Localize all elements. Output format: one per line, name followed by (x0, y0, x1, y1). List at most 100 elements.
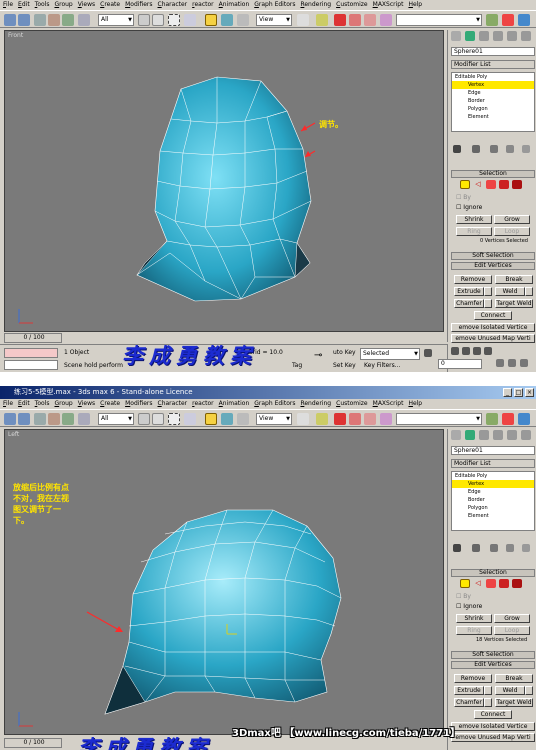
close-icon[interactable]: × (525, 388, 534, 397)
rect-region-icon[interactable] (168, 413, 180, 425)
go-to-end-icon[interactable] (484, 347, 492, 355)
named-selection-sets[interactable] (396, 413, 482, 425)
menu-graph-editors[interactable]: Graph Editors (254, 0, 295, 10)
grow-button[interactable]: Grow (494, 215, 530, 224)
unlink-icon[interactable] (48, 14, 60, 26)
menu-edit[interactable]: Edit (18, 0, 30, 10)
configure-sets-icon[interactable] (522, 145, 530, 153)
stack-item-vertex[interactable]: Vertex (452, 480, 534, 488)
redo-icon[interactable] (18, 413, 30, 425)
quick-render-icon[interactable] (518, 413, 530, 425)
display-tab-icon[interactable] (507, 31, 517, 41)
modify-tab-icon[interactable] (465, 430, 475, 440)
edit-vertices-rollout-header[interactable]: Edit Vertices (451, 262, 535, 270)
bind-space-warp-icon[interactable] (62, 14, 74, 26)
chamfer-button[interactable]: Chamfer (454, 698, 484, 707)
connect-button[interactable]: Connect (474, 311, 512, 320)
move-icon[interactable] (205, 413, 217, 425)
break-button[interactable]: Break (495, 674, 533, 683)
quick-render-icon[interactable] (518, 14, 530, 26)
reference-coordinate-dropdown[interactable]: View (256, 14, 292, 26)
target-weld-button[interactable]: Target Weld (495, 299, 533, 308)
object-name-field[interactable]: Sphere01 (451, 47, 535, 56)
window-crossing-icon[interactable] (184, 413, 196, 425)
pivot-center-icon[interactable] (297, 413, 309, 425)
menu-views[interactable]: Views (78, 399, 95, 409)
stack-item-editable-poly[interactable]: Editable Poly (452, 73, 534, 81)
hierarchy-tab-icon[interactable] (479, 430, 489, 440)
weld-button[interactable]: Weld (495, 686, 525, 695)
menu-maxscript[interactable]: MAXScript (373, 0, 404, 10)
vertex-mode-icon[interactable] (460, 180, 470, 189)
move-icon[interactable] (205, 14, 217, 26)
motion-tab-icon[interactable] (493, 31, 503, 41)
time-slider[interactable]: 0 / 100 (4, 333, 62, 343)
modifier-list-dropdown[interactable]: Modifier List (451, 459, 535, 468)
display-tab-icon[interactable] (507, 430, 517, 440)
menu-modifiers[interactable]: Modifiers (125, 399, 152, 409)
remove-modifier-icon[interactable] (506, 145, 514, 153)
key-filters-button[interactable]: Key Filters... (364, 362, 401, 369)
weld-button[interactable]: Weld (495, 287, 525, 296)
polygon-mode-icon[interactable] (499, 180, 509, 189)
element-mode-icon[interactable] (512, 180, 522, 189)
by-vertex-checkbox[interactable]: ☐ By (456, 194, 471, 201)
extrude-button[interactable]: Extrude (454, 686, 484, 695)
modify-tab-icon[interactable] (465, 31, 475, 41)
named-selection-icon[interactable] (380, 413, 392, 425)
menu-file[interactable]: File (3, 399, 13, 409)
key-mode-dropdown[interactable]: Selected (360, 348, 420, 360)
remove-isolated-button[interactable]: emove Isolated Vertice (451, 722, 535, 731)
play-icon[interactable] (462, 347, 470, 355)
next-frame-icon[interactable] (473, 347, 481, 355)
menu-group[interactable]: Group (54, 399, 72, 409)
shrink-button[interactable]: Shrink (456, 215, 492, 224)
stack-item-border[interactable]: Border (452, 496, 534, 504)
stack-item-polygon[interactable]: Polygon (452, 504, 534, 512)
remove-unused-map-button[interactable]: emove Unused Map Verti (451, 733, 535, 742)
hierarchy-tab-icon[interactable] (479, 31, 489, 41)
grow-button[interactable]: Grow (494, 614, 530, 623)
create-tab-icon[interactable] (451, 31, 461, 41)
current-frame-field[interactable]: 0 (438, 359, 482, 369)
extrude-button[interactable]: Extrude (454, 287, 484, 296)
named-selection-sets[interactable] (396, 14, 482, 26)
connect-button[interactable]: Connect (474, 710, 512, 719)
snap-toggle-icon[interactable] (334, 413, 346, 425)
select-icon[interactable] (78, 413, 90, 425)
front-viewport[interactable]: Front 调节。 (4, 30, 444, 332)
menu-character[interactable]: Character (158, 0, 188, 10)
named-selection-icon[interactable] (380, 14, 392, 26)
make-unique-icon[interactable] (490, 544, 498, 552)
menu-file[interactable]: File (3, 0, 13, 10)
ring-button[interactable]: Ring (456, 626, 492, 635)
menu-maxscript[interactable]: MAXScript (373, 399, 404, 409)
menu-graph-editors[interactable]: Graph Editors (254, 399, 295, 409)
maximize-icon[interactable]: □ (514, 388, 523, 397)
polygon-mode-icon[interactable] (499, 579, 509, 588)
remove-button[interactable]: Remove (454, 275, 492, 284)
stack-item-edge[interactable]: Edge (452, 488, 534, 496)
stack-item-polygon[interactable]: Polygon (452, 105, 534, 113)
menu-create[interactable]: Create (100, 399, 120, 409)
select-icon[interactable] (78, 14, 90, 26)
ignore-backfacing-checkbox[interactable]: ☐ Ignore (456, 603, 482, 610)
element-mode-icon[interactable] (512, 579, 522, 588)
menu-modifiers[interactable]: Modifiers (125, 0, 152, 10)
selection-rollout-header[interactable]: Selection (451, 569, 535, 577)
object-name-field[interactable]: Sphere01 (451, 446, 535, 455)
menu-tools[interactable]: Tools (35, 399, 50, 409)
undo-icon[interactable] (4, 413, 16, 425)
rotate-icon[interactable] (221, 14, 233, 26)
mini-listener[interactable] (4, 348, 58, 358)
pin-stack-icon[interactable] (453, 544, 461, 552)
left-viewport[interactable]: Left 放缩后比例有点不对，我在左视图又调节了一下。 (4, 429, 444, 735)
chamfer-settings-button[interactable] (484, 698, 492, 707)
menu-views[interactable]: Views (78, 0, 95, 10)
vertex-mode-icon[interactable] (460, 579, 470, 588)
stack-item-editable-poly[interactable]: Editable Poly (452, 472, 534, 480)
link-icon[interactable] (34, 413, 46, 425)
menu-tools[interactable]: Tools (35, 0, 50, 10)
utilities-tab-icon[interactable] (521, 31, 531, 41)
angle-snap-icon[interactable] (349, 14, 361, 26)
